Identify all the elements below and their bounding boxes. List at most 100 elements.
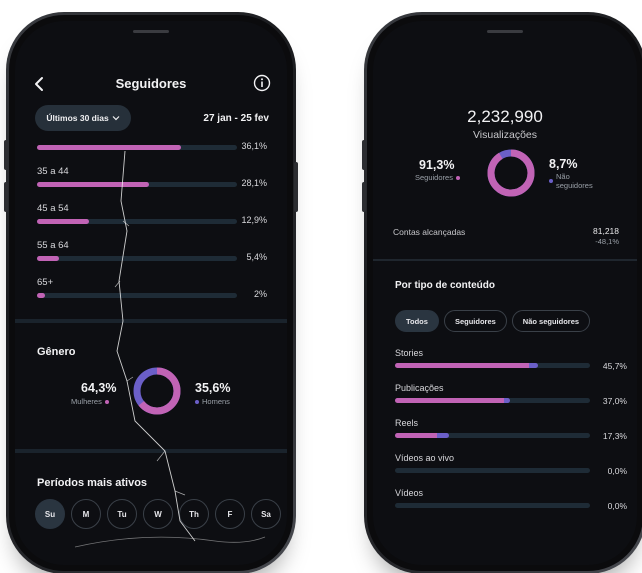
content-type-label: Vídeos ao vivo xyxy=(395,453,455,463)
content-type-track xyxy=(395,363,590,368)
followers-fill xyxy=(395,433,438,438)
age-range-percent: 36,1% xyxy=(241,141,267,151)
content-type-percent: 45,7% xyxy=(602,361,627,371)
filter-tab[interactable]: Não seguidores xyxy=(511,310,591,332)
non-followers-fill xyxy=(504,398,511,403)
content-type-title: Por tipo de conteúdo xyxy=(395,280,495,291)
date-range: 27 jan - 25 fev xyxy=(203,113,269,124)
header: Seguidores xyxy=(15,73,287,99)
gender-title: Gênero xyxy=(37,346,76,358)
women-label: Mulheres xyxy=(71,397,102,406)
section-divider xyxy=(15,449,287,453)
content-type-label: Publicações xyxy=(395,383,444,393)
day-button-m[interactable]: M xyxy=(71,499,101,529)
gender-donut xyxy=(133,367,181,415)
age-range-label: 35 a 44 xyxy=(37,166,69,177)
non-followers-dot xyxy=(549,179,553,183)
side-button xyxy=(4,182,8,212)
men-legend: Homens xyxy=(195,397,230,406)
filter-tab[interactable]: Todos xyxy=(395,310,439,332)
age-range-fill xyxy=(37,145,182,150)
women-legend: Mulheres xyxy=(71,397,109,406)
age-range-fill xyxy=(37,219,89,224)
age-range-row: 45 a 54 12,9% xyxy=(37,203,267,231)
day-selector: Su M Tu W Th F Sa xyxy=(35,499,281,529)
content-type-percent: 37,0% xyxy=(602,396,627,406)
period-dropdown[interactable]: Últimos 30 dias xyxy=(35,105,131,131)
content-type-track xyxy=(395,503,590,508)
age-range-track xyxy=(37,145,237,150)
side-button xyxy=(4,140,8,170)
followers-percent: 91,3% xyxy=(419,158,455,172)
content-type-row: Vídeos ao vivo 0,0% xyxy=(395,453,627,483)
non-followers-fill xyxy=(437,433,449,438)
page-title: Seguidores xyxy=(115,76,187,91)
age-range-track xyxy=(37,293,237,298)
period-label: Últimos 30 dias xyxy=(46,113,109,123)
followers-fill xyxy=(395,398,505,403)
content-type-percent: 0,0% xyxy=(607,501,627,511)
side-button xyxy=(362,182,366,212)
donut-followers-arc xyxy=(487,149,535,197)
side-button xyxy=(362,140,366,170)
power-button xyxy=(294,162,298,212)
views-screen: 2,232,990 Visualizações 91,3% Seguidores… xyxy=(373,21,637,565)
section-divider xyxy=(15,319,287,323)
age-range-percent: 12,9% xyxy=(241,215,267,225)
info-icon[interactable] xyxy=(253,74,271,92)
views-count: 2,232,990 xyxy=(467,107,543,126)
content-type-percent: 17,3% xyxy=(602,431,627,441)
content-type-percent: 0,0% xyxy=(607,466,627,476)
age-range-fill xyxy=(37,256,59,261)
age-range-fill xyxy=(37,182,150,187)
active-periods-title: Períodos mais ativos xyxy=(37,477,148,489)
non-followers-label: Não seguidores xyxy=(556,172,593,190)
age-range-label: 55 a 64 xyxy=(37,240,69,251)
followers-fill xyxy=(395,363,530,368)
age-range-label: 45 a 54 xyxy=(37,203,69,214)
phone-left: Seguidores Últimos 30 dias 27 jan - 25 f… xyxy=(4,12,298,573)
men-dot xyxy=(195,399,199,404)
age-range-percent: 28,1% xyxy=(241,178,267,188)
phone-right: 2,232,990 Visualizações 91,3% Seguidores… xyxy=(362,12,642,573)
age-range-track xyxy=(37,256,237,261)
speaker-grille xyxy=(487,30,523,33)
non-followers-percent: 8,7% xyxy=(549,157,578,171)
age-range-percent: 5,4% xyxy=(246,252,267,262)
women-percent: 64,3% xyxy=(81,381,117,395)
age-range-fill xyxy=(37,293,45,298)
non-followers-fill xyxy=(529,363,538,368)
content-type-track xyxy=(395,398,590,403)
non-followers-legend: Não seguidores xyxy=(549,172,593,190)
day-button-sa[interactable]: Sa xyxy=(251,499,281,529)
filter-tab[interactable]: Seguidores xyxy=(443,310,507,332)
day-button-f[interactable]: F xyxy=(215,499,245,529)
content-type-track xyxy=(395,433,590,438)
content-type-row: Stories 45,7% xyxy=(395,348,627,378)
day-button-su[interactable]: Su xyxy=(35,499,65,529)
followers-screen: Seguidores Últimos 30 dias 27 jan - 25 f… xyxy=(15,21,287,565)
age-range-label: 65+ xyxy=(37,277,54,288)
age-range-track xyxy=(37,182,237,187)
chevron-down-icon xyxy=(112,116,120,121)
content-type-row: Reels 17,3% xyxy=(395,418,627,448)
men-label: Homens xyxy=(202,397,230,406)
followers-legend: Seguidores xyxy=(415,173,460,182)
content-type-row: Vídeos 0,0% xyxy=(395,488,627,518)
age-range-row: 36,1% xyxy=(37,129,267,157)
content-filter-tabs: Todos Seguidores Não seguidores xyxy=(395,310,591,332)
content-type-label: Stories xyxy=(395,348,424,358)
content-type-label: Reels xyxy=(395,418,419,428)
speaker-grille xyxy=(133,30,169,33)
age-range-row: 65+ 2% xyxy=(37,277,267,305)
content-type-label: Vídeos xyxy=(395,488,424,498)
men-percent: 35,6% xyxy=(195,381,231,395)
day-button-tu[interactable]: Tu xyxy=(107,499,137,529)
content-type-track xyxy=(395,468,590,473)
age-range-percent: 2% xyxy=(253,289,267,299)
reach-label: Contas alcançadas xyxy=(393,227,466,237)
day-button-th[interactable]: Th xyxy=(179,499,209,529)
age-range-row: 35 a 44 28,1% xyxy=(37,166,267,194)
age-range-track xyxy=(37,219,237,224)
day-button-w[interactable]: W xyxy=(143,499,173,529)
